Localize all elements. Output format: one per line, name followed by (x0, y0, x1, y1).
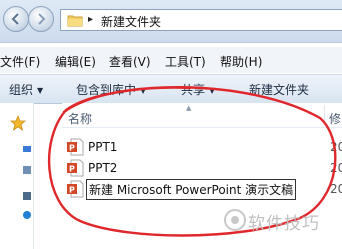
forward-button[interactable] (28, 6, 54, 32)
svg-text:P: P (69, 144, 75, 153)
command-bar: 组织 ▼ 包含到库中 ▼ 共享 ▼ 新建文件夹 (0, 74, 342, 104)
column-header-bar: ▲ 名称 修 (62, 103, 342, 128)
chevron-down-icon: ▼ (140, 86, 147, 95)
file-row[interactable]: P PPT1 20 (66, 137, 342, 157)
menu-file[interactable]: 文件(F) (0, 53, 40, 70)
share-button[interactable]: 共享 ▼ (181, 81, 215, 98)
svg-text:P: P (69, 186, 75, 195)
back-button[interactable] (3, 6, 29, 32)
address-field[interactable]: ▸ 新建文件夹 (60, 9, 342, 31)
file-date: 20 (330, 140, 342, 154)
sort-ascending-icon: ▲ (186, 104, 192, 112)
include-in-library-label: 包含到库中 (76, 83, 137, 97)
cloud-icon[interactable] (22, 210, 32, 220)
powerpoint-file-icon: P (67, 159, 84, 177)
file-row[interactable]: P PPT2 20 (66, 158, 342, 178)
chevron-down-icon: ▼ (209, 86, 216, 95)
chevron-down-icon: ▼ (37, 86, 44, 95)
breadcrumb-current-folder[interactable]: 新建文件夹 (101, 13, 161, 30)
organize-label: 组织 (9, 83, 34, 97)
file-date: 20 (330, 161, 342, 175)
folder-icon (67, 15, 83, 27)
address-bar-region: ▸ 新建文件夹 (0, 0, 342, 43)
navigation-pane (0, 103, 34, 249)
menu-edit[interactable]: 编辑(E) (55, 53, 96, 70)
file-row-renaming[interactable]: P 新建 Microsoft PowerPoint 演示文稿 20 (66, 179, 342, 200)
favorites-star-icon[interactable] (10, 115, 26, 131)
svg-text:P: P (69, 165, 75, 174)
file-date: 20 (330, 182, 342, 196)
downloads-icon[interactable] (22, 165, 32, 175)
file-name: PPT2 (88, 161, 118, 175)
menu-view[interactable]: 查看(V) (109, 53, 151, 70)
share-label: 共享 (181, 83, 206, 97)
organize-button[interactable]: 组织 ▼ (9, 81, 43, 98)
recent-places-icon[interactable] (22, 191, 32, 201)
column-divider[interactable] (324, 105, 325, 125)
file-name: PPT1 (88, 140, 118, 154)
menu-help[interactable]: 帮助(H) (220, 53, 262, 70)
menu-bar: 文件(F) 编辑(E) 查看(V) 工具(T) 帮助(H) (0, 47, 342, 73)
include-in-library-button[interactable]: 包含到库中 ▼ (76, 81, 146, 98)
watermark-text: 软件技巧 (248, 214, 320, 234)
forward-arrow-icon (38, 13, 46, 25)
watermark-logo-icon (224, 209, 246, 231)
desktop-icon[interactable] (22, 144, 32, 154)
powerpoint-file-icon: P (67, 138, 84, 156)
column-header-name[interactable]: 名称 (68, 110, 92, 127)
back-arrow-icon (11, 13, 19, 25)
menu-tools[interactable]: 工具(T) (165, 53, 206, 70)
new-folder-button[interactable]: 新建文件夹 (249, 81, 309, 98)
breadcrumb-separator[interactable]: ▸ (88, 14, 93, 25)
column-header-modified[interactable]: 修 (329, 110, 341, 127)
powerpoint-file-icon: P (67, 180, 84, 198)
rename-input[interactable]: 新建 Microsoft PowerPoint 演示文稿 (86, 179, 297, 200)
